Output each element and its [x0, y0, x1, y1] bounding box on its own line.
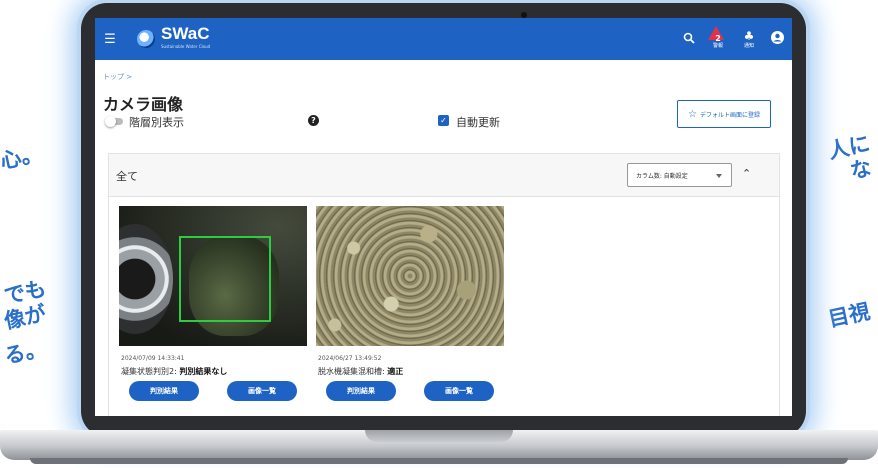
star-icon: ☆: [688, 108, 697, 120]
laptop-foot: [30, 458, 848, 464]
menu-icon[interactable]: ☰: [95, 32, 125, 47]
camera-card: 2024/07/09 14:33:41 凝集状態判別2: 判別結果なし 判別結果…: [119, 206, 307, 416]
account-icon[interactable]: [771, 31, 784, 47]
breadcrumb[interactable]: トップ >: [103, 72, 792, 82]
logo-subtitle: Sustainable Water Cloud: [161, 44, 211, 49]
app-screen: ☰ SWaC Sustainable Water Cloud 2 警報 ♣ 通知: [95, 18, 792, 416]
notification-button[interactable]: ♣ 通知: [741, 29, 757, 49]
card-desc: 凝集状態判別2: 判別結果なし: [121, 366, 307, 376]
side-text-left-top: 心。: [0, 141, 45, 174]
camera-card: 2024/06/27 13:49:52 脱水機凝集混和槽: 適正 判別結果 画像…: [316, 206, 504, 416]
default-register-button[interactable]: ☆ デフォルト画面に登録: [677, 100, 771, 128]
hierarchy-label: 階層別表示: [129, 116, 184, 129]
laptop-notch: [365, 430, 513, 442]
collapse-icon[interactable]: ⌃: [742, 167, 751, 180]
panel-header: 全て カラム数: 自動設定 ⌃: [109, 154, 779, 197]
hierarchy-toggle[interactable]: [105, 116, 123, 127]
image-list-button[interactable]: 画像一覧: [227, 381, 297, 401]
result-button[interactable]: 判別結果: [129, 381, 199, 401]
default-register-label: デフォルト画面に登録: [699, 111, 760, 119]
detection-box: [179, 236, 271, 322]
image-list-button[interactable]: 画像一覧: [424, 381, 494, 401]
column-count-value: カラム数: 自動設定: [636, 172, 688, 180]
help-icon[interactable]: ?: [308, 115, 319, 126]
card-date: 2024/07/09 14:33:41: [121, 355, 185, 362]
app-bar: ☰ SWaC Sustainable Water Cloud 2 警報 ♣ 通知: [95, 18, 792, 60]
auto-update-label: 自動更新: [456, 116, 500, 129]
warning-label: 警報: [712, 43, 723, 49]
control-row: 階層別表示 ? ✓ 自動更新 ☆ デフォルト画面に登録: [95, 100, 792, 135]
card-desc-label: 脱水機凝集混和槽:: [318, 367, 385, 376]
app-logo[interactable]: SWaC Sustainable Water Cloud: [137, 24, 211, 52]
chevron-down-icon: [716, 174, 722, 178]
camera-panel: 全て カラム数: 自動設定 ⌃ 2024/07/09 14:33:41 凝集状態…: [108, 153, 780, 416]
side-text-right-top-2: な: [848, 155, 874, 184]
side-text-right-mid: 目視: [826, 299, 873, 332]
card-date: 2024/06/27 13:49:52: [318, 355, 382, 362]
bell-icon: ♣: [743, 29, 755, 43]
card-desc-value: 判別結果なし: [179, 367, 228, 376]
panel-all-label: 全て: [116, 170, 138, 183]
warning-count: 2: [715, 34, 721, 43]
card-desc-label: 凝集状態判別2:: [121, 367, 177, 376]
logo-globe-icon: [137, 30, 155, 48]
camera-image[interactable]: [316, 206, 504, 346]
logo-name: SWaC: [161, 24, 210, 43]
auto-update-checkbox[interactable]: ✓: [438, 115, 449, 126]
search-icon[interactable]: [683, 32, 695, 47]
warning-button[interactable]: 2 警報: [708, 26, 727, 49]
card-desc-value: 適正: [387, 367, 404, 376]
side-text-left-mid-3: る。: [2, 336, 49, 369]
lens-shape: [119, 224, 173, 334]
notification-label: 通知: [743, 43, 754, 49]
card-desc: 脱水機凝集混和槽: 適正: [318, 366, 504, 376]
camera-image[interactable]: [119, 206, 307, 346]
column-count-select[interactable]: カラム数: 自動設定: [627, 163, 732, 187]
result-button[interactable]: 判別結果: [326, 381, 396, 401]
